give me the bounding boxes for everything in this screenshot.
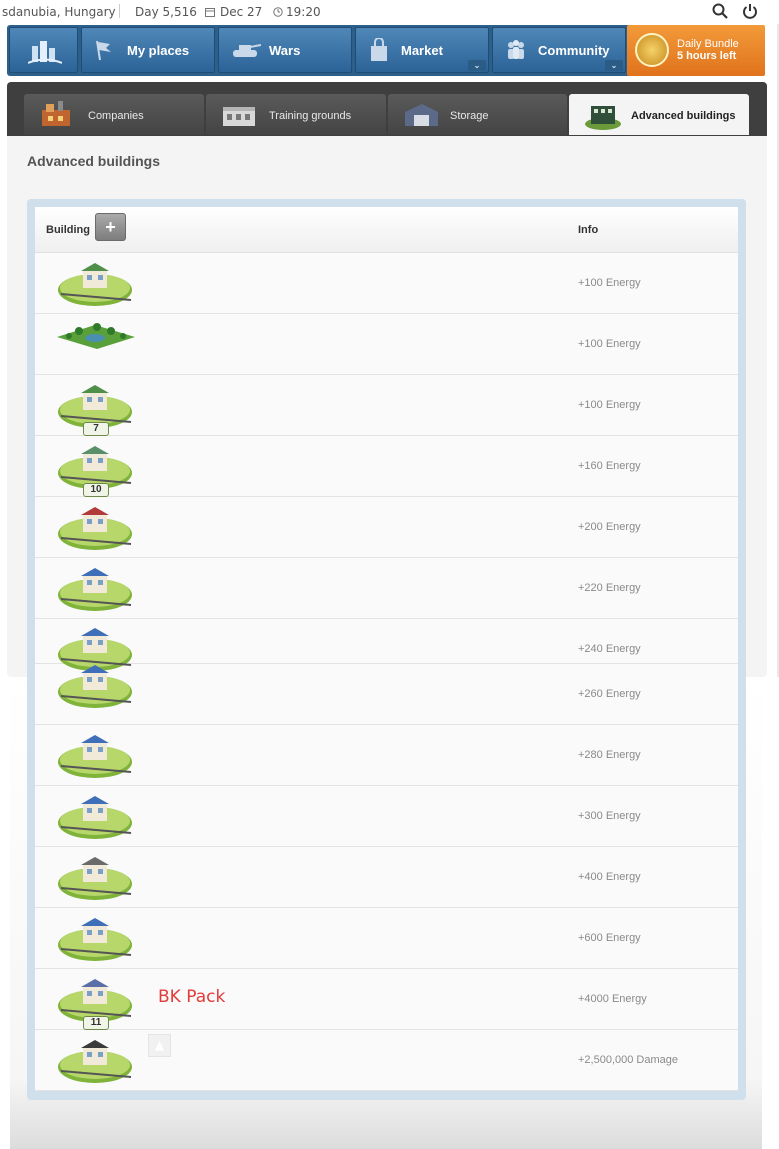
nav-market[interactable]: Market ⌄: [355, 27, 489, 73]
table-row: +220 Energy: [35, 558, 738, 619]
table-row: ▲ +2,500,000 Damage: [35, 1030, 738, 1091]
nav-wars[interactable]: Wars: [218, 27, 352, 73]
divider: [119, 4, 120, 18]
row-info: +160 Energy: [578, 460, 641, 472]
nav-my-places[interactable]: My places: [81, 27, 215, 73]
table-row: +200 Energy: [35, 497, 738, 558]
building-icon: [58, 735, 132, 778]
warehouse-icon: [405, 104, 438, 126]
people-icon: [508, 40, 524, 59]
power-icon[interactable]: [742, 3, 758, 19]
row-info: +600 Energy: [578, 932, 641, 944]
buildings-table-frame: Building + Info +100 Energy +100 Energy 7 +…: [27, 199, 746, 1100]
nav-community[interactable]: Community ⌄: [492, 27, 626, 73]
tab-companies[interactable]: Companies: [24, 94, 204, 135]
tab-advanced-buildings[interactable]: Advanced buildings: [569, 94, 749, 135]
row-info: +300 Energy: [578, 810, 641, 822]
table-row: +100 Energy: [35, 253, 738, 314]
table-header: Building + Info: [35, 207, 738, 253]
subtab-bar: Companies Training grounds Storage Advan…: [7, 82, 767, 136]
calendar-icon: [205, 8, 215, 17]
bundle-title: Daily Bundle: [677, 38, 739, 50]
row-info: +2,500,000 Damage: [578, 1054, 678, 1066]
location-text[interactable]: sdanubia, Hungary: [2, 5, 116, 19]
row-info: +4000 Energy: [578, 993, 647, 1005]
home-button[interactable]: [9, 27, 78, 73]
table-row: +280 Energy: [35, 725, 738, 786]
row-info: +100 Energy: [578, 277, 641, 289]
row-info: +220 Energy: [578, 582, 641, 594]
add-building-button[interactable]: +: [95, 213, 126, 241]
city-skyline-icon: [28, 41, 62, 64]
building-icon: [58, 568, 132, 611]
page-title: Advanced buildings: [27, 153, 161, 169]
row-info: +200 Energy: [578, 521, 641, 533]
park-icon: [57, 323, 135, 349]
time-text: 19:20: [286, 5, 321, 19]
level-badge: 10: [83, 483, 109, 497]
shopping-bag-icon: [371, 38, 387, 61]
date-text: Dec 27: [220, 5, 263, 19]
table-row: 7 +100 Energy: [35, 375, 738, 436]
row-info: +100 Energy: [578, 338, 641, 350]
upgrade-arrow-button[interactable]: ▲: [148, 1034, 171, 1057]
table-row: +260 Energy: [35, 664, 738, 725]
top-bar: sdanubia, Hungary Day 5,516 Dec 27 19:20: [0, 0, 779, 24]
tab-storage[interactable]: Storage: [388, 94, 567, 135]
building-icon: [58, 796, 132, 839]
level-badge: 7: [83, 422, 109, 436]
table-row: +400 Energy: [35, 847, 738, 908]
row-info: +240 Energy: [578, 643, 641, 655]
row-info: +260 Energy: [578, 688, 641, 700]
chevron-down-icon[interactable]: ⌄: [468, 60, 486, 71]
building-icon: [58, 665, 132, 708]
table-row: +300 Energy: [35, 786, 738, 847]
search-icon[interactable]: [712, 3, 728, 19]
table-row: +600 Energy: [35, 908, 738, 969]
table-row: +100 Energy: [35, 314, 738, 375]
day-counter: Day 5,516: [135, 5, 197, 19]
chevron-down-icon[interactable]: ⌄: [605, 60, 623, 71]
factory-icon: [42, 101, 70, 126]
bundle-timer: 5 hours left: [677, 50, 737, 62]
tank-icon: [233, 44, 261, 57]
daily-bundle-button[interactable]: Daily Bundle 5 hours left: [627, 25, 765, 76]
table-row: 10 +160 Energy: [35, 436, 738, 497]
table-row: 11 BK Pack +4000 Energy: [35, 969, 738, 1030]
building-icon: [58, 263, 132, 306]
training-building-icon: [223, 107, 255, 126]
tab-training-grounds[interactable]: Training grounds: [206, 94, 386, 135]
buildings-table: Building + Info +100 Energy +100 Energy 7 +…: [35, 207, 738, 1091]
advanced-building-icon: [585, 106, 621, 130]
note-label: BK Pack: [158, 987, 226, 1007]
column-header-building[interactable]: Building: [46, 224, 90, 236]
building-icon: [58, 918, 132, 961]
row-info: +100 Energy: [578, 399, 641, 411]
table-row: +240 Energy: [35, 619, 738, 671]
row-info: +280 Energy: [578, 749, 641, 761]
column-header-info[interactable]: Info: [578, 224, 598, 236]
level-badge: 11: [83, 1016, 109, 1030]
building-icon: [58, 857, 132, 900]
clock-icon: [273, 7, 283, 17]
row-info: +400 Energy: [578, 871, 641, 883]
bundle-coin-icon: [635, 33, 669, 67]
flag-icon: [96, 40, 111, 61]
building-icon: [58, 507, 132, 550]
main-nav: My places Wars Market ⌄ Community ⌄ Dail…: [7, 25, 765, 76]
building-icon: [58, 1040, 132, 1083]
